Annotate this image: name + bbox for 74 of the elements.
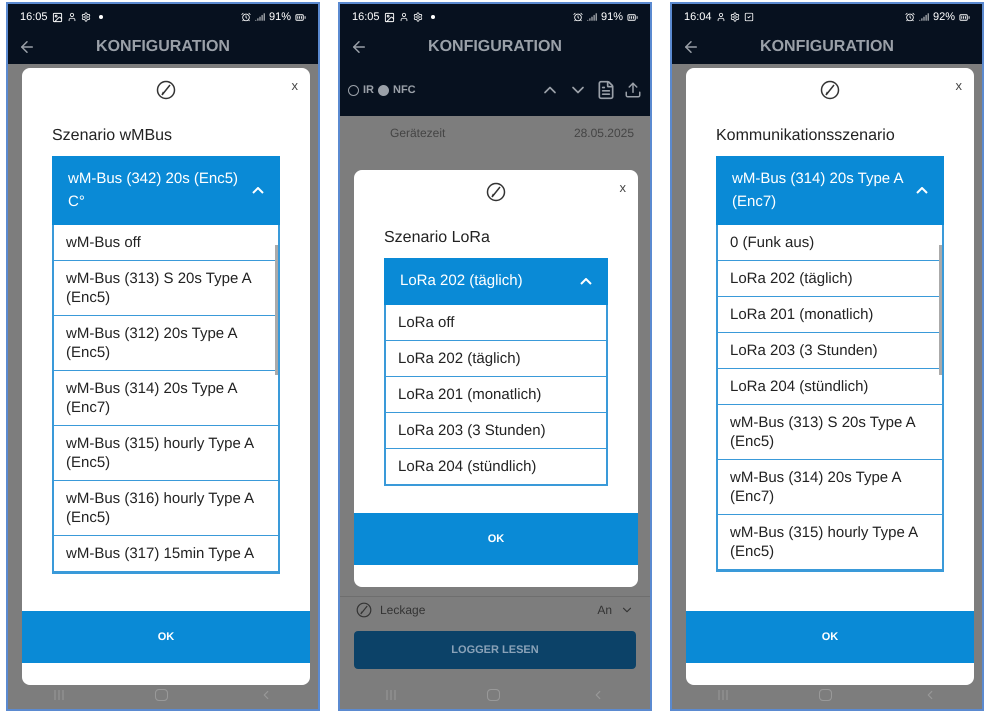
radio-option[interactable]: NFC <box>378 82 416 98</box>
gear-icon <box>412 12 423 22</box>
dropdown-option[interactable]: wM-Bus (313) S 20s Type A (Enc5) <box>718 405 942 460</box>
dropdown-header[interactable]: LoRa 202 (täglich) <box>384 258 608 304</box>
dropdown-option[interactable]: LoRa 204 (stündlich) <box>718 369 942 405</box>
chevron-up-icon <box>580 278 592 285</box>
upload-icon[interactable] <box>624 81 642 99</box>
home-icon[interactable] <box>818 689 832 701</box>
status-time: 16:05 <box>352 10 380 25</box>
battery-icon <box>295 12 306 22</box>
dropdown-option[interactable]: LoRa 201 (monatlich) <box>386 376 606 412</box>
ok-button[interactable]: OK <box>22 611 310 663</box>
image-icon <box>52 12 63 22</box>
signal-icon <box>918 12 929 22</box>
home-icon[interactable] <box>486 689 500 701</box>
recents-icon[interactable] <box>386 689 396 701</box>
dialog-title: Kommunikationsszenario <box>716 126 896 146</box>
logger-button[interactable]: LOGGER LESEN <box>354 631 636 669</box>
header-title: KONFIGURATION <box>428 37 562 57</box>
home-icon[interactable] <box>154 689 168 701</box>
battery-level: 91% <box>268 10 291 25</box>
dropdown-option[interactable]: wM-Bus (315) hourly Type A (Enc5) <box>718 515 942 570</box>
dropdown-option[interactable]: wM-Bus (317) 15min Type A <box>54 536 278 572</box>
pen-circle-icon <box>486 182 506 202</box>
radio-option[interactable]: IR <box>348 82 374 98</box>
document-icon[interactable] <box>596 80 616 100</box>
close-button[interactable]: x <box>292 76 298 96</box>
header-title: KONFIGURATION <box>760 37 894 57</box>
battery-icon <box>627 12 638 22</box>
dropdown-option[interactable]: LoRa 203 (3 Stunden) <box>386 412 606 448</box>
gear-icon <box>80 12 91 22</box>
row-value: An <box>597 602 612 619</box>
signal-icon <box>586 12 597 22</box>
close-button[interactable]: x <box>956 76 962 96</box>
person-icon <box>716 12 726 22</box>
checkbox-icon <box>744 12 754 22</box>
pen-circle-icon <box>356 602 372 618</box>
person-icon <box>66 12 77 22</box>
dialog-title: Szenario LoRa <box>384 228 491 248</box>
battery-icon <box>959 12 970 22</box>
dropdown-option[interactable]: wM-Bus (314) 20s Type A (Enc7) <box>54 371 278 426</box>
alarm-icon <box>904 12 915 22</box>
chevron-up-icon <box>252 187 264 194</box>
dropdown-option[interactable]: LoRa off <box>386 304 606 340</box>
dialog-title: Szenario wMBus <box>52 126 174 146</box>
status-time: 16:05 <box>20 10 48 25</box>
pen-circle-icon <box>820 80 840 100</box>
ok-button[interactable]: OK <box>354 513 638 565</box>
recents-icon[interactable] <box>718 689 728 701</box>
header-title: KONFIGURATION <box>96 37 230 57</box>
alarm-icon <box>572 12 583 22</box>
recents-icon[interactable] <box>54 689 64 701</box>
battery-level: 91% <box>600 10 623 25</box>
row-value: 28.05.2025 <box>574 125 634 142</box>
dropdown-option[interactable]: wM-Bus (316) hourly Type A (Enc5) <box>54 481 278 536</box>
image-icon <box>384 12 395 22</box>
close-button[interactable]: x <box>620 178 626 198</box>
pen-circle-icon <box>156 80 176 100</box>
dropdown-option[interactable]: wM-Bus (314) 20s Type A (Enc7) <box>718 460 942 515</box>
person-icon <box>398 12 409 22</box>
alarm-icon <box>240 12 251 22</box>
dropdown-option[interactable]: LoRa 204 (stündlich) <box>386 448 606 484</box>
ok-button[interactable]: OK <box>686 611 974 663</box>
dropdown-header[interactable]: wM-Bus (342) 20s (Enc5) C° <box>52 156 280 225</box>
chevron-up-icon <box>916 187 928 194</box>
dropdown-option[interactable]: wM-Bus (315) hourly Type A (Enc5) <box>54 426 278 481</box>
battery-level: 92% <box>932 10 955 25</box>
row-label: Leckage <box>380 602 426 619</box>
signal-icon <box>254 12 265 22</box>
dropdown-header[interactable]: wM-Bus (314) 20s Type A (Enc7) <box>716 156 944 225</box>
status-time: 16:04 <box>684 10 712 25</box>
dropdown-option[interactable]: LoRa 202 (täglich) <box>386 340 606 376</box>
row-label: Gerätezeit <box>390 125 446 142</box>
gear-icon <box>730 12 740 22</box>
